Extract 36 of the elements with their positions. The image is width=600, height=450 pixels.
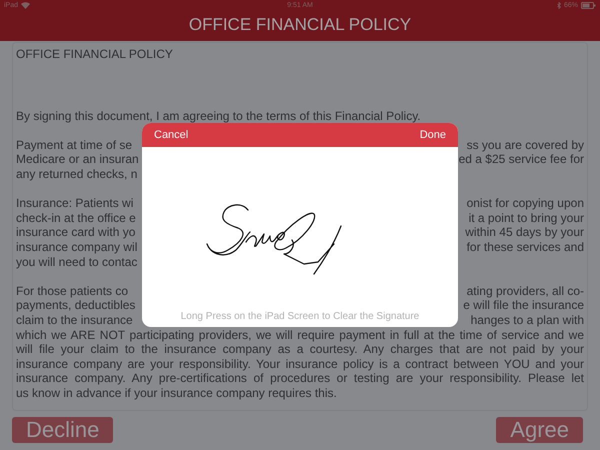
document-text: within 45 days by your <box>465 225 584 240</box>
document-title: OFFICE FINANCIAL POLICY <box>16 47 173 62</box>
document-text: Payment at time of se <box>16 138 132 152</box>
document-text: insurance company. Any pre-certifications of procedures or testing are your responsibility. Please let <box>16 371 584 386</box>
cancel-button[interactable]: Cancel <box>154 127 188 143</box>
document-text: hanges to a plan with <box>470 312 584 328</box>
document-text: payments, deductibles <box>16 298 136 313</box>
document-text: us know in advance if your insurance company requires this. <box>16 386 337 400</box>
document-text: it a point to bring your <box>468 210 584 226</box>
document-text: onist for copying upon <box>466 196 584 211</box>
bluetooth-icon <box>556 2 561 9</box>
agree-button[interactable]: Agree <box>496 417 583 443</box>
document-text: ed a $25 service fee for <box>458 152 584 167</box>
header-title: OFFICE FINANCIAL POLICY <box>188 14 412 34</box>
document-text: Insurance: Patients wi <box>16 196 134 211</box>
document-text: claim to the insurance <box>16 312 133 328</box>
document-text: check-in at the office e <box>16 210 136 226</box>
document-text: Medicare or an insuran <box>16 152 139 167</box>
document-text: insurance company are your responsibility. Your insurance policy is a contract between YOU and your <box>16 356 584 372</box>
document-text: any returned checks, n <box>16 166 138 182</box>
document-text: will file your claim to the insurance company as a courtesy. Any charges that are not paid by your <box>16 342 584 357</box>
document-text: ating providers, all co- <box>466 284 584 298</box>
document-text: For those patients co <box>16 284 128 298</box>
document-text: insurance card with yo <box>16 225 136 240</box>
document-text: e will file the insurance <box>463 298 584 313</box>
document-text: insurance company wil <box>16 240 138 255</box>
battery-icon <box>581 2 596 9</box>
document-text: you will need to contac <box>16 254 138 270</box>
wifi-icon <box>21 2 30 9</box>
document-text: By signing this document, I am agreeing to the terms of this Financial Policy. <box>16 108 421 124</box>
done-button[interactable]: Done <box>420 127 446 143</box>
document-text: for these services and <box>466 240 584 255</box>
hint-text: Long Press on the iPad Screen to Clear the Signature <box>180 311 420 324</box>
document-text: ss you are covered by <box>466 138 584 152</box>
decline-button[interactable]: Decline <box>12 417 114 443</box>
document-text: which we ARE NOT participating providers, we will require payment in full at the time of service and we <box>16 328 584 342</box>
